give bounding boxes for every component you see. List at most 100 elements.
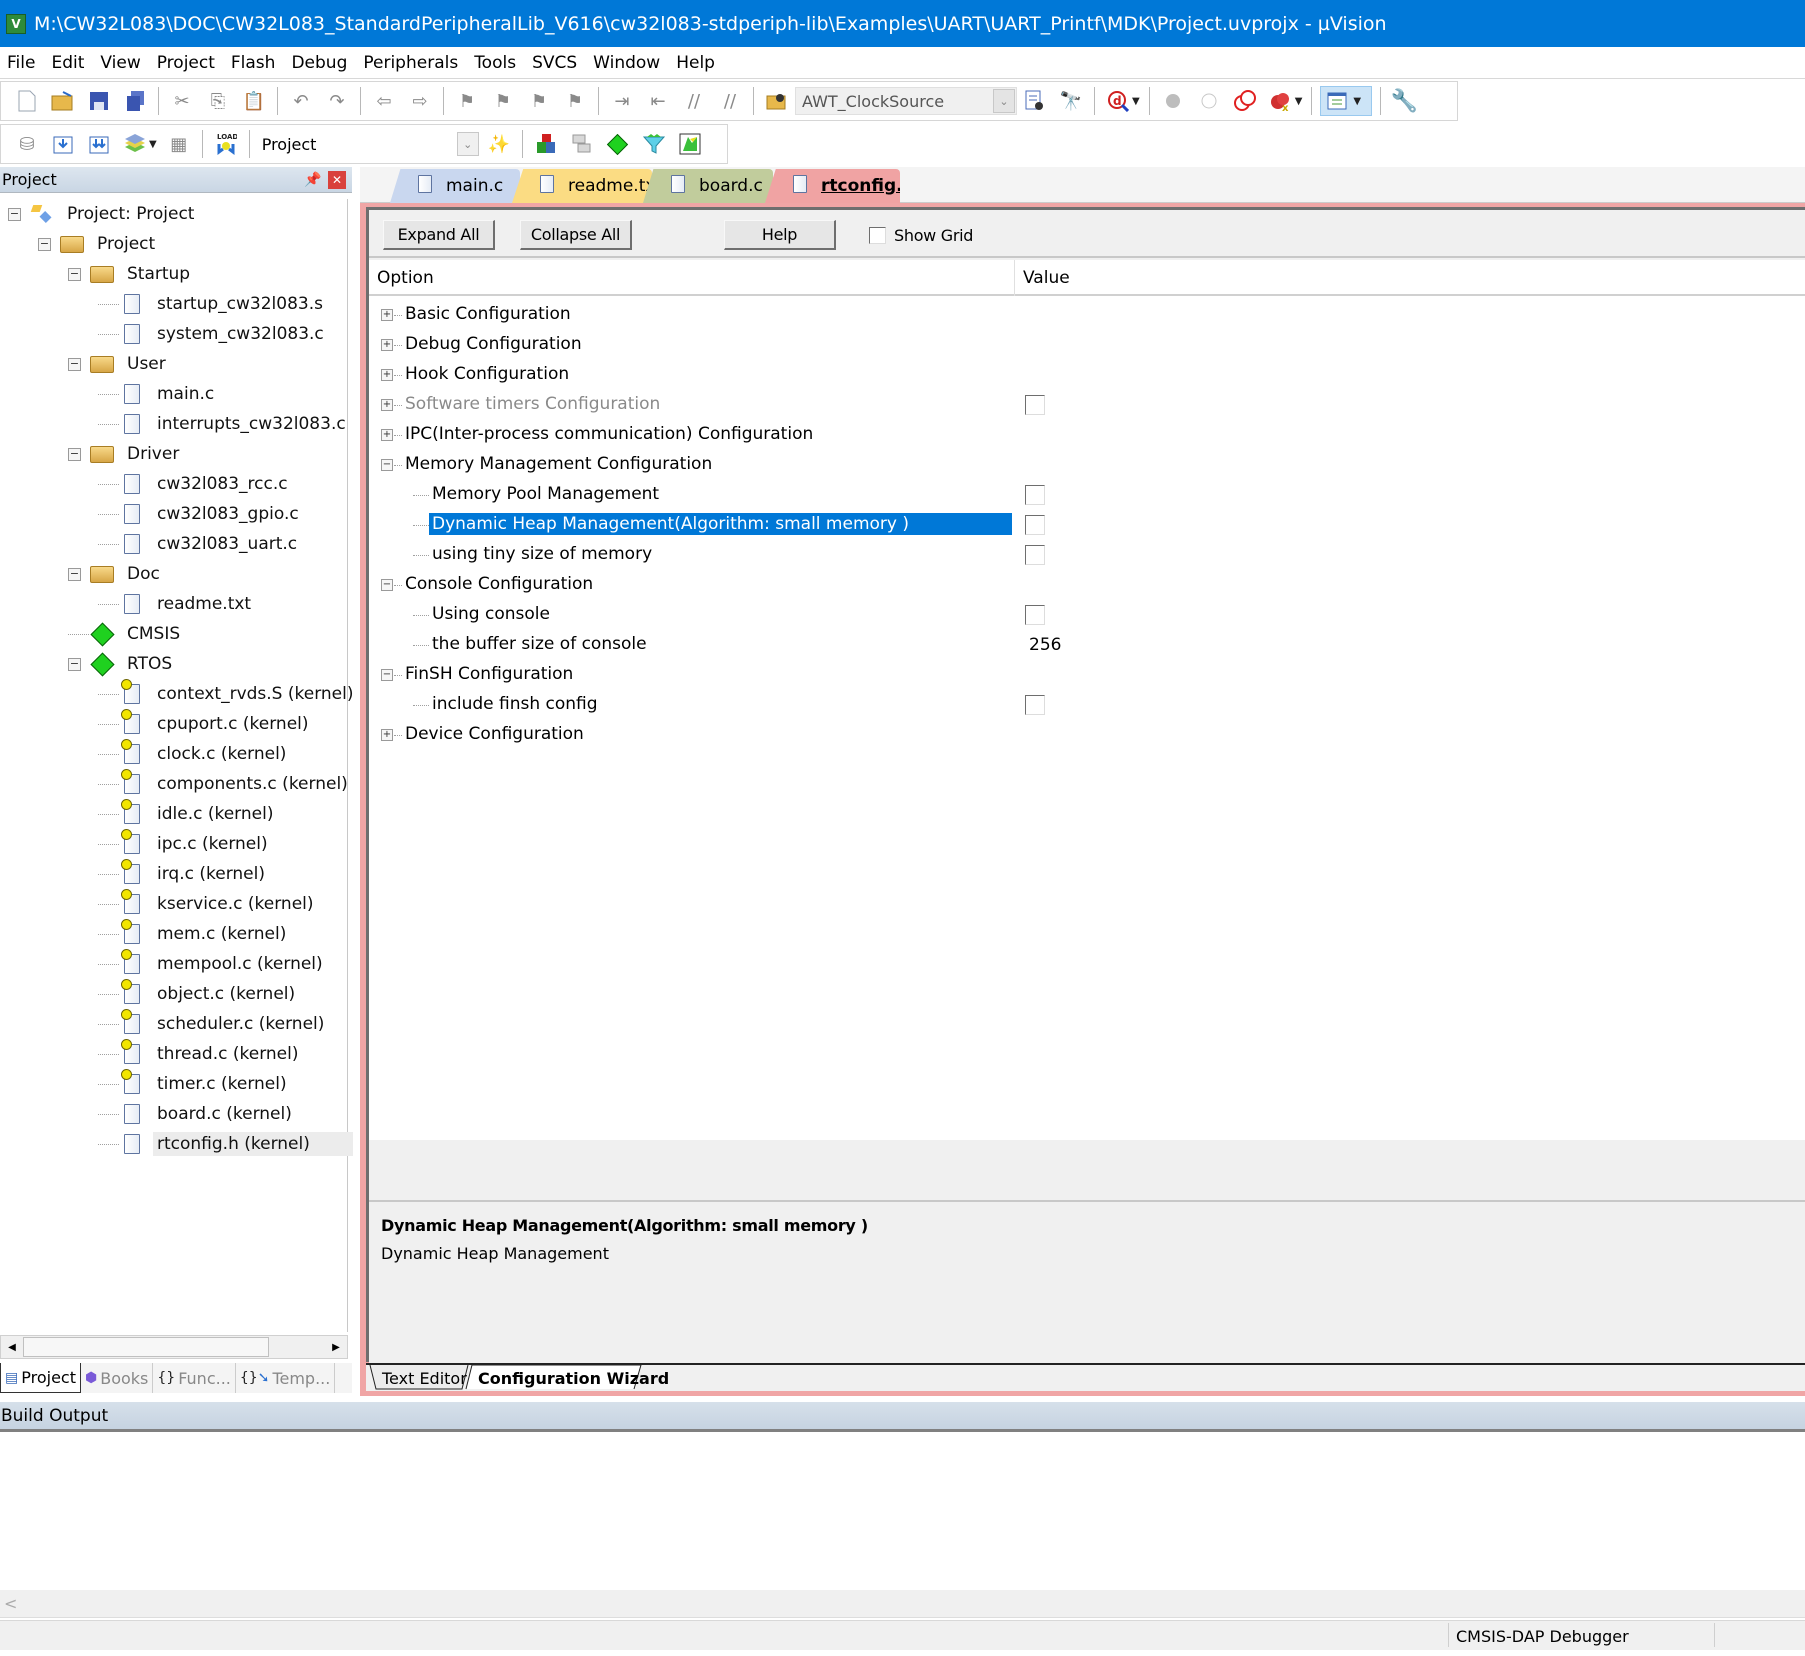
tab-rtconfig-h[interactable]: rtconfig.h	[765, 169, 900, 203]
dropdown-arrow-icon[interactable]: ▼	[149, 139, 157, 150]
save-all-icon[interactable]	[120, 86, 150, 116]
collapse-icon[interactable]: −	[381, 579, 393, 591]
tab-functions[interactable]: {} Func...	[153, 1363, 236, 1393]
disable-all-breakpoints-icon[interactable]	[1230, 86, 1260, 116]
navigate-back-icon[interactable]: ⇦	[369, 86, 399, 116]
tree-item[interactable]: clock.c (kernel)	[98, 739, 290, 769]
tree-item[interactable]: mempool.c (kernel)	[98, 949, 327, 979]
build-output-scrollbar[interactable]: <	[0, 1590, 1805, 1618]
tree-item[interactable]: board.c (kernel)	[98, 1099, 296, 1129]
tree-item[interactable]: − Project: Project	[8, 199, 198, 229]
debug-session-icon[interactable]: d	[1103, 86, 1133, 116]
tree-item[interactable]: system_cw32l083.c	[98, 319, 328, 349]
expand-icon[interactable]: +	[381, 399, 393, 411]
tree-item[interactable]: mem.c (kernel)	[98, 919, 290, 949]
uncomment-icon[interactable]: //	[715, 86, 745, 116]
tab-templates[interactable]: {}➘ Temp...	[236, 1363, 336, 1393]
option-row[interactable]: + Device Configuration	[369, 720, 1805, 750]
tree-item[interactable]: interrupts_cw32l083.c	[98, 409, 350, 439]
menu-tools[interactable]: Tools	[467, 53, 525, 73]
tree-item[interactable]: kservice.c (kernel)	[98, 889, 318, 919]
menu-project[interactable]: Project	[150, 53, 224, 73]
help-button[interactable]: Help	[724, 220, 836, 250]
option-row[interactable]: + Basic Configuration	[369, 300, 1805, 330]
menu-svcs[interactable]: SVCS	[525, 53, 586, 73]
option-row[interactable]: the buffer size of console 256	[369, 630, 1805, 660]
new-file-icon[interactable]	[12, 86, 42, 116]
menu-file[interactable]: File	[0, 53, 44, 73]
scrollbar-thumb[interactable]	[23, 1337, 269, 1357]
expand-icon[interactable]: +	[381, 309, 393, 321]
menu-window[interactable]: Window	[586, 53, 669, 73]
bookmark-icon[interactable]: ⚑	[452, 86, 482, 116]
build-output-pane[interactable]	[0, 1435, 1805, 1590]
horizontal-scrollbar[interactable]: ◀ ▶	[0, 1335, 348, 1359]
tab-configuration-wizard[interactable]: Configuration Wizard	[478, 1365, 669, 1391]
tree-item[interactable]: scheduler.c (kernel)	[98, 1009, 328, 1039]
option-checkbox[interactable]	[1025, 395, 1045, 415]
option-row[interactable]: include finsh config	[369, 690, 1805, 720]
column-separator[interactable]	[1014, 260, 1015, 296]
expand-all-button[interactable]: Expand All	[383, 220, 495, 250]
tab-main-c[interactable]: main.c	[390, 169, 520, 203]
build-icon[interactable]	[48, 129, 78, 159]
collapse-all-button[interactable]: Collapse All	[520, 220, 632, 250]
tab-readme-txt[interactable]: readme.txt	[512, 169, 652, 203]
scroll-left-icon[interactable]: ◀	[2, 1338, 22, 1356]
collapse-icon[interactable]: −	[68, 567, 81, 581]
rebuild-icon[interactable]	[84, 129, 114, 159]
tab-project[interactable]: ▤ Project	[0, 1363, 81, 1393]
option-checkbox[interactable]	[1025, 485, 1045, 505]
save-icon[interactable]	[84, 86, 114, 116]
paste-icon[interactable]: 📋	[239, 86, 269, 116]
collapse-icon[interactable]: −	[68, 357, 81, 371]
tree-item[interactable]: context_rvds.S (kernel)	[98, 679, 357, 709]
clear-bookmarks-icon[interactable]: ⚑	[560, 86, 590, 116]
pack-installer-filter-icon[interactable]	[639, 129, 669, 159]
expand-icon[interactable]: +	[381, 429, 393, 441]
tree-item[interactable]: rtconfig.h (kernel)	[98, 1129, 353, 1159]
option-row[interactable]: − FinSH Configuration	[369, 660, 1805, 690]
target-select[interactable]: Project ⌄	[254, 130, 481, 158]
expand-icon[interactable]: +	[381, 729, 393, 741]
tree-item[interactable]: CMSIS	[68, 619, 184, 649]
collapse-icon[interactable]: −	[8, 207, 21, 221]
menu-flash[interactable]: Flash	[224, 53, 285, 73]
collapse-icon[interactable]: −	[68, 657, 81, 671]
option-row[interactable]: + Hook Configuration	[369, 360, 1805, 390]
download-load-icon[interactable]: LOAD	[211, 129, 241, 159]
options-for-target-icon[interactable]: ✨	[484, 129, 514, 159]
find-icon[interactable]	[1020, 86, 1050, 116]
close-icon[interactable]: ✕	[328, 170, 346, 189]
manage-runtime-environment-icon[interactable]	[603, 129, 633, 159]
show-grid-checkbox[interactable]	[869, 227, 886, 244]
tree-item[interactable]: thread.c (kernel)	[98, 1039, 303, 1069]
menu-debug[interactable]: Debug	[284, 53, 356, 73]
tree-item[interactable]: timer.c (kernel)	[98, 1069, 291, 1099]
tree-item[interactable]: cw32l083_rcc.c	[98, 469, 292, 499]
incremental-find-icon[interactable]: 🔭	[1056, 86, 1086, 116]
previous-bookmark-icon[interactable]: ⚑	[488, 86, 518, 116]
tree-item[interactable]: startup_cw32l083.s	[98, 289, 327, 319]
open-file-icon[interactable]	[48, 86, 78, 116]
tree-item[interactable]: − Doc	[68, 559, 164, 589]
tree-item[interactable]: irq.c (kernel)	[98, 859, 269, 889]
option-checkbox[interactable]	[1025, 605, 1045, 625]
undo-icon[interactable]: ↶	[286, 86, 316, 116]
next-bookmark-icon[interactable]: ⚑	[524, 86, 554, 116]
option-row[interactable]: Memory Pool Management	[369, 480, 1805, 510]
kill-all-breakpoints-icon[interactable]: x	[1266, 86, 1296, 116]
manage-project-items-icon[interactable]	[531, 129, 561, 159]
tree-item[interactable]: readme.txt	[98, 589, 255, 619]
translate-icon[interactable]: ⛁	[12, 129, 42, 159]
option-row[interactable]: using tiny size of memory	[369, 540, 1805, 570]
redo-icon[interactable]: ↷	[322, 86, 352, 116]
pack-installer-icon[interactable]	[675, 129, 705, 159]
chevron-down-icon[interactable]: ⌄	[993, 89, 1015, 113]
find-in-files-icon[interactable]	[762, 86, 792, 116]
tree-item[interactable]: cw32l083_gpio.c	[98, 499, 303, 529]
option-checkbox[interactable]	[1025, 695, 1045, 715]
tree-item[interactable]: main.c	[98, 379, 218, 409]
tree-item[interactable]: − User	[68, 349, 170, 379]
option-row[interactable]: − Memory Management Configuration	[369, 450, 1805, 480]
